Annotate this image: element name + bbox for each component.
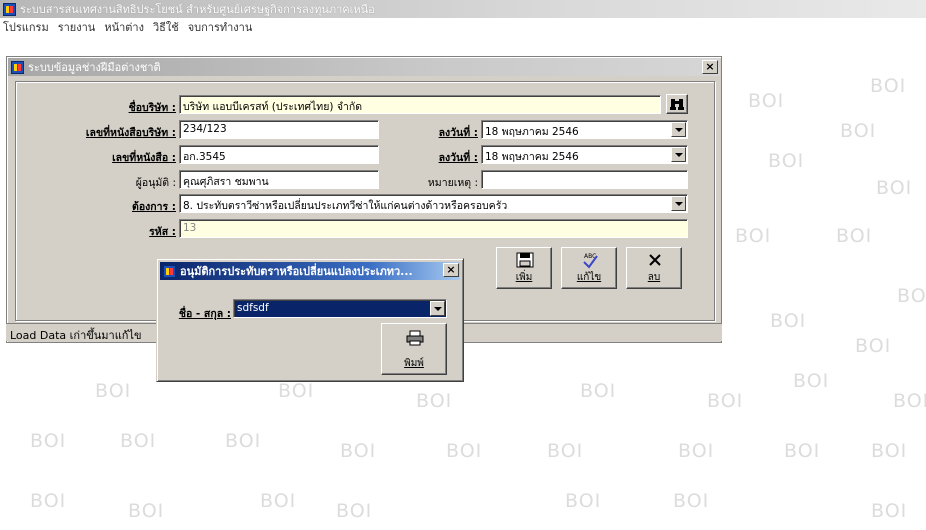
chevron-down-icon[interactable] [671, 122, 686, 137]
boi-watermark: BOI [855, 335, 892, 357]
delete-button[interactable]: ลบ [626, 247, 682, 289]
edit-button[interactable]: ABC แก้ไข [561, 247, 617, 289]
window-title-bar: ระบบข้อมูลช่างฝีมือต่างชาติ × [8, 58, 720, 76]
chevron-down-icon[interactable] [671, 147, 686, 162]
boi-watermark: BOI [897, 285, 926, 307]
binoculars-icon [670, 99, 684, 110]
cert-no-field[interactable]: 234/123 [179, 120, 379, 139]
window-title: ระบบข้อมูลช่างฝีมือต่างชาติ [28, 61, 161, 74]
menu-bar: โปรแกรม รายงาน หน้าต่าง วิธีใช้ จบการทำง… [0, 18, 926, 35]
find-company-button[interactable] [666, 94, 688, 114]
close-icon [649, 254, 661, 266]
boi-watermark: BOI [871, 440, 908, 462]
chevron-down-icon[interactable] [671, 196, 686, 211]
boi-watermark: BOI [678, 440, 715, 462]
menu-report[interactable]: รายงาน [58, 18, 96, 36]
boi-watermark: BOI [673, 490, 710, 512]
doc-no-label: เลขที่หนังสือ : [112, 152, 176, 164]
date1-value: 18 พฤษภาคม 2546 [485, 126, 579, 138]
date2-select[interactable]: 18 พฤษภาคม 2546 [481, 145, 688, 164]
date2-value: 18 พฤษภาคม 2546 [485, 151, 579, 163]
dialog-icon [163, 264, 176, 278]
name-label: ชื่อ - สกุล : [178, 308, 231, 320]
boi-watermark: BOI [128, 500, 165, 522]
app-title: ระบบสารสนเทศงานสิทธิประโยชน์ สำหรับศูนย์… [20, 3, 375, 16]
boi-watermark: BOI [446, 440, 483, 462]
boi-watermark: BOI [784, 440, 821, 462]
menu-window[interactable]: หน้าต่าง [104, 18, 144, 36]
menu-exit[interactable]: จบการทำงาน [188, 18, 253, 36]
note-field[interactable] [481, 170, 688, 189]
window-icon [11, 60, 24, 74]
dialog-title: อนุมัติการประทับตราหรือเปลี่ยนแปลงประเภท… [180, 265, 413, 278]
company-field[interactable]: บริษัท แอบบีเครสท์ (ประเทศไทย) จำกัด [179, 95, 661, 114]
dialog-title-bar: อนุมัติการประทับตราหรือเปลี่ยนแปลงประเภท… [160, 262, 460, 280]
app-icon [3, 2, 16, 16]
add-button[interactable]: เพิ่ม [496, 247, 552, 289]
boi-watermark: BOI [840, 120, 877, 142]
boi-watermark: BOI [770, 310, 807, 332]
boi-watermark: BOI [416, 390, 453, 412]
date1-label: ลงวันที่ : [438, 127, 478, 139]
printer-icon [406, 330, 424, 346]
code-label: รหัส : [149, 226, 176, 238]
code-field: 13 [179, 219, 688, 238]
boi-watermark: BOI [95, 380, 132, 402]
boi-watermark: BOI [278, 380, 315, 402]
boi-watermark: BOI [871, 500, 908, 522]
boi-watermark: BOI [735, 225, 772, 247]
name-value: sdfsdf [237, 302, 269, 314]
boi-watermark: BOI [836, 225, 873, 247]
window-close-button[interactable]: × [702, 60, 718, 74]
boi-watermark: BOI [340, 440, 377, 462]
print-button-label: พิมพ์ [404, 358, 424, 369]
boi-watermark: BOI [876, 177, 913, 199]
boi-watermark: BOI [30, 430, 67, 452]
boi-watermark: BOI [260, 490, 297, 512]
chevron-down-icon[interactable] [430, 301, 445, 316]
boi-watermark: BOI [565, 490, 602, 512]
print-button[interactable]: พิมพ์ [381, 323, 447, 375]
menu-help[interactable]: วิธีใช้ [153, 18, 179, 36]
request-label: ต้องการ : [132, 201, 176, 213]
boi-watermark: BOI [793, 370, 830, 392]
boi-watermark: BOI [870, 75, 907, 97]
cert-no-label: เลขที่หนังสือบริษัท : [85, 127, 176, 139]
boi-watermark: BOI [893, 390, 926, 412]
boi-watermark: BOI [707, 390, 744, 412]
delete-button-label: ลบ [647, 272, 661, 283]
status-text: Load Data เก่าขึ้นมาแก้ไข [10, 329, 142, 342]
spellcheck-icon: ABC [583, 253, 598, 269]
boi-watermark: BOI [120, 430, 157, 452]
boi-watermark: BOI [225, 430, 262, 452]
doc-no-field[interactable]: อก.3545 [179, 145, 379, 164]
boi-watermark: BOI [547, 440, 584, 462]
note-label: หมายเหตุ : [427, 177, 478, 189]
approver-label: ผู้อนุมัติ : [135, 177, 176, 189]
request-value: 8. ประทับตราวีซ่าหรือเปลี่ยนประเภทวีซ่าใ… [183, 200, 508, 212]
boi-watermark: BOI [748, 90, 785, 112]
boi-watermark: BOI [768, 150, 805, 172]
menu-program[interactable]: โปรแกรม [3, 18, 49, 36]
dialog-close-button[interactable]: × [443, 263, 459, 277]
approver-field[interactable]: คุณศุภิสรา ชมพาน [179, 170, 379, 189]
date2-label: ลงวันที่ : [438, 152, 478, 164]
app-title-bar: ระบบสารสนเทศงานสิทธิประโยชน์ สำหรับศูนย์… [0, 0, 926, 18]
edit-button-label: แก้ไข [576, 272, 602, 283]
boi-watermark: BOI [30, 490, 67, 512]
request-select[interactable]: 8. ประทับตราวีซ่าหรือเปลี่ยนประเภทวีซ่าใ… [179, 194, 688, 213]
name-select[interactable]: sdfsdf [233, 299, 447, 318]
approval-dialog: อนุมัติการประทับตราหรือเปลี่ยนแปลงประเภท… [156, 258, 464, 382]
date1-select[interactable]: 18 พฤษภาคม 2546 [481, 120, 688, 139]
boi-watermark: BOI [336, 500, 373, 522]
boi-watermark: BOI [580, 380, 617, 402]
company-label: ชื่อบริษัท : [128, 102, 176, 114]
save-icon [516, 252, 534, 268]
add-button-label: เพิ่ม [515, 272, 533, 283]
